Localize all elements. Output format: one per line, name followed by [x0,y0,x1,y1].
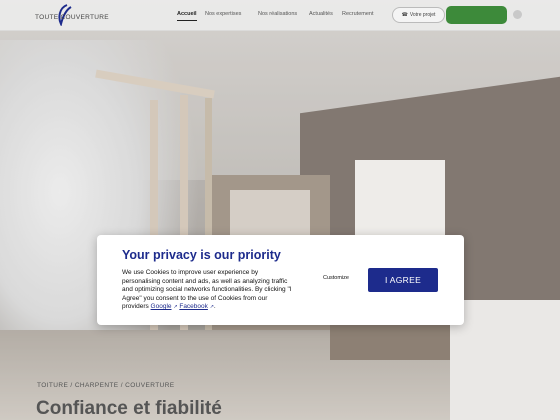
nav-item-expertises[interactable]: Nos expertises [205,11,241,17]
logo-text: TOUTE COUVERTURE [35,14,109,21]
google-link[interactable]: Google [151,303,172,310]
agree-button[interactable]: I AGREE [368,268,438,292]
site-logo[interactable]: TOUTE COUVERTURE [33,4,118,28]
project-pill-button[interactable]: ☎ Votre projet [392,7,445,23]
facebook-link[interactable]: Facebook [179,303,208,310]
nav-item-recrutement[interactable]: Recrutement [342,11,374,17]
page-title: Confiance et fiabilité [36,398,222,419]
site-header: TOUTE COUVERTURE Accueil Nos expertises … [0,0,560,31]
nav-item-actualites[interactable]: Actualités [309,11,333,17]
pill-label: Votre projet [409,12,436,18]
nav-item-accueil[interactable]: Accueil [177,11,197,21]
menu-icon[interactable] [513,10,522,19]
customize-button[interactable]: Customize [323,275,349,281]
external-link-icon: ↗ [173,304,178,311]
modal-title: Your privacy is our priority [122,248,281,262]
modal-body: We use Cookies to improve user experienc… [122,269,292,311]
phone-icon: ☎ [401,12,408,18]
contact-button[interactable] [446,6,507,24]
breadcrumb: TOITURE / CHARPENTE / COUVERTURE [37,382,175,389]
hero-overlay [0,31,560,420]
cookie-consent-modal: Your privacy is our priority We use Cook… [97,235,464,325]
nav-item-realisations[interactable]: Nos réalisations [258,11,297,17]
